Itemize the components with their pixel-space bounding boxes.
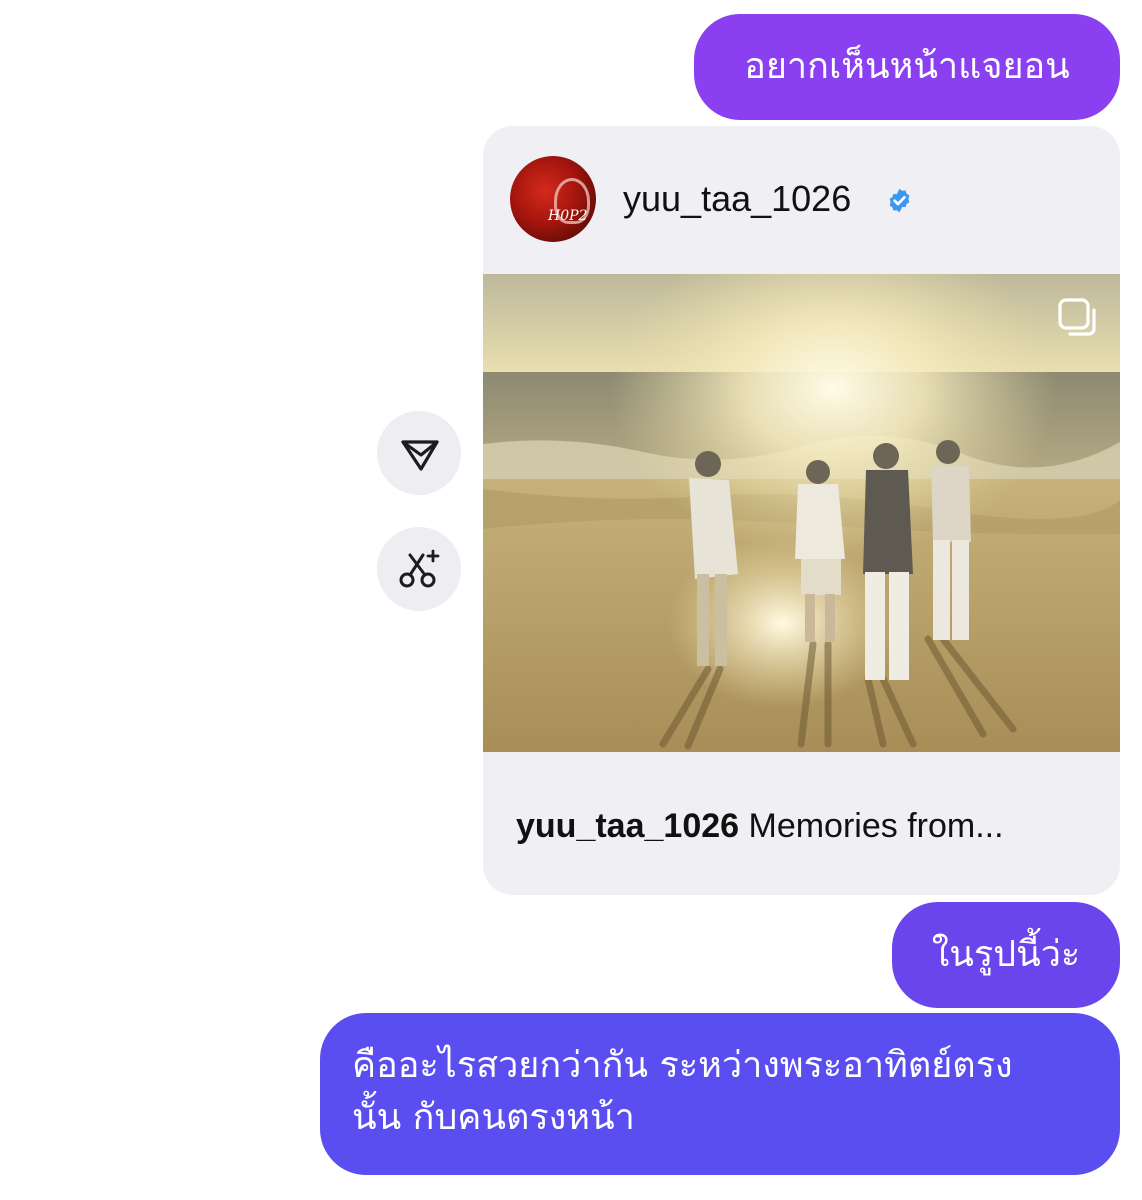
verified-badge-icon (889, 188, 910, 213)
message-bubble[interactable]: คืออะไรสวยกว่ากัน ระหว่างพระอาทิตย์ตรง น… (320, 1013, 1120, 1175)
message-text-line: นั้น กับคนตรงหน้า (352, 1097, 635, 1138)
post-image[interactable] (483, 274, 1120, 752)
message-text-line: คืออะไรสวยกว่ากัน ระหว่างพระอาทิตย์ตรง (352, 1045, 1013, 1086)
caption-text: Memories from... (748, 807, 1004, 845)
shared-post-card[interactable]: H0P2 yuu_taa_1026 yuu_taa_1026 Memories … (483, 126, 1120, 895)
remix-button[interactable] (377, 527, 461, 611)
beach-sunset-photo (483, 274, 1120, 752)
carousel-multiple-icon (1058, 298, 1096, 336)
post-username[interactable]: yuu_taa_1026 (623, 174, 851, 224)
avatar[interactable]: H0P2 (510, 156, 596, 242)
share-icon (401, 440, 439, 471)
caption-username: yuu_taa_1026 (516, 807, 740, 845)
message-text: ในรูปนี้ว่ะ (931, 934, 1081, 975)
post-header[interactable]: H0P2 yuu_taa_1026 (483, 126, 1120, 274)
share-button[interactable] (377, 411, 461, 495)
message-bubble[interactable]: อยากเห็นหน้าแจยอน (694, 14, 1120, 120)
message-bubble[interactable]: ในรูปนี้ว่ะ (892, 902, 1120, 1008)
chat-screen: อยากเห็นหน้าแจยอน H0P2 yuu_taa_1026 yuu_… (0, 0, 1142, 1200)
remix-scissors-icon (399, 549, 440, 588)
message-text: อยากเห็นหน้าแจยอน (744, 46, 1070, 87)
post-caption[interactable]: yuu_taa_1026 Memories from... (516, 802, 1004, 850)
avatar-lettering: H0P2 (548, 208, 588, 224)
